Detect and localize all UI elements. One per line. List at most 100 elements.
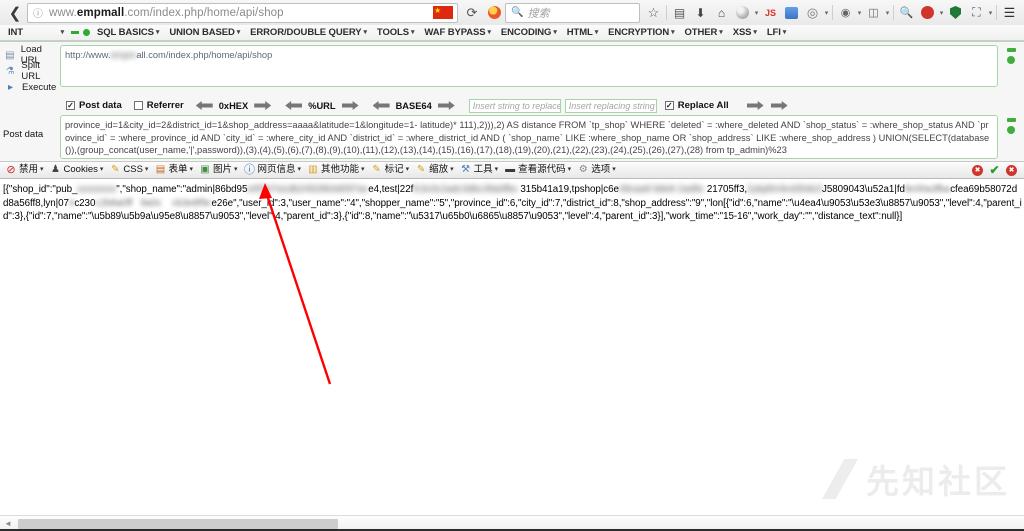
chevron-down-icon[interactable]: ▾	[856, 9, 863, 17]
webdev-item-forms[interactable]: ▤ 表单 ▾	[151, 162, 196, 178]
search-input[interactable]: 🔍 搜索	[505, 2, 640, 23]
webdev-item-options[interactable]: ⚙ 选项 ▾	[574, 162, 619, 178]
menu-item-tools[interactable]: TOOLS ▾	[372, 25, 419, 41]
replace-with-input[interactable]: Insert replacing string	[564, 98, 657, 113]
slash-logo-icon	[822, 459, 858, 499]
indicator-dot-icon[interactable]	[1007, 126, 1015, 134]
webdev-item-images[interactable]: ▣ 图片 ▾	[196, 162, 241, 178]
menu-item-sql-basics[interactable]: SQL BASICS ▾	[92, 25, 164, 41]
globe-proxy-icon[interactable]	[732, 2, 753, 24]
indicator-dot-icon[interactable]	[1007, 56, 1015, 64]
webdev-item-information[interactable]: ⓘ 网页信息 ▾	[241, 162, 305, 178]
decode-arrow-icon[interactable]	[372, 101, 390, 110]
execute-button[interactable]: ▸ Execute	[0, 79, 60, 95]
replace-all-checkbox[interactable]: ✓ Replace All	[664, 100, 729, 111]
split-url-button[interactable]: ⚗ Split URL	[0, 60, 60, 82]
decode-arrow-icon[interactable]	[285, 101, 303, 110]
menu-item-html[interactable]: HTML ▾	[562, 25, 603, 41]
chevron-down-icon: ▾	[450, 166, 454, 173]
encode-arrow-icon[interactable]	[437, 101, 455, 110]
hackbar-options-row: ✓ Post data Referrer 0xHEX %URL BASE64 I…	[0, 97, 1024, 114]
tamper-data-icon[interactable]: ◉	[835, 2, 856, 24]
search-icon: 🔍	[511, 7, 524, 18]
validation-pass-icon[interactable]: ✔	[988, 163, 1001, 177]
hackbar-type-value: INT	[8, 26, 24, 38]
indicator-dash-icon[interactable]	[1006, 118, 1016, 122]
back-arrow-icon[interactable]: ❮	[4, 2, 26, 23]
menu-hamburger-icon[interactable]: ☰	[999, 2, 1020, 24]
user-agent-switcher-icon[interactable]: ◫	[863, 2, 884, 24]
noscript-shield-icon[interactable]	[945, 2, 966, 24]
chevron-down-icon: ▾	[494, 166, 499, 173]
indicator-dash-icon[interactable]	[1006, 48, 1016, 52]
scrollbar-thumb[interactable]	[18, 518, 338, 529]
decode-arrow-icon[interactable]	[195, 101, 213, 110]
noscript-stop-icon[interactable]	[483, 2, 505, 23]
menu-label: ENCODING	[500, 26, 552, 38]
referrer-checkbox[interactable]: Referrer	[133, 100, 184, 111]
javascript-js-icon[interactable]: JS	[760, 2, 781, 24]
screenshot-crop-icon[interactable]: ⛶	[966, 2, 987, 24]
webdev-item-css[interactable]: ✎ CSS ▾	[106, 162, 151, 178]
menu-item-lfi[interactable]: LFI ▾	[762, 25, 791, 41]
reload-icon[interactable]: ⟳	[461, 2, 483, 23]
chevron-down-icon: ▾	[405, 166, 410, 173]
webdev-label: 其他功能	[321, 164, 360, 175]
encode-arrow-icon[interactable]	[341, 101, 359, 110]
colorzilla-icon[interactable]: ◎	[802, 2, 823, 24]
load-url-icon: ▤	[5, 49, 15, 61]
webdev-item-disable[interactable]: ⊘ 禁用 ▾	[2, 162, 47, 178]
forms-icon: ▤	[155, 164, 166, 175]
menu-item-encryption[interactable]: ENCRYPTION ▾	[603, 25, 679, 41]
replace-apply-arrow-icon-2[interactable]	[770, 101, 788, 110]
webdev-item-outline[interactable]: ✎ 标记 ▾	[368, 162, 413, 178]
adblock-icon[interactable]	[917, 2, 938, 24]
warning-count-icon[interactable]: ✖	[1005, 164, 1018, 177]
webdev-label: 表单	[168, 164, 188, 175]
chevron-down-icon: ▾	[233, 166, 238, 173]
error-count-icon[interactable]: ✖	[971, 164, 984, 177]
webdev-label: CSS	[123, 164, 143, 175]
menu-item-xss[interactable]: XSS ▾	[728, 25, 762, 41]
menu-label: UNION BASED	[169, 26, 235, 38]
status-dash-icon	[71, 31, 79, 34]
address-bar[interactable]: ⓘ www.empmall.com/index.php/home/api/sho…	[27, 2, 458, 23]
downloads-icon[interactable]: ⬇	[690, 2, 711, 24]
bookmark-star-icon[interactable]: ☆	[643, 2, 664, 24]
chevron-down-icon: ▾	[487, 28, 492, 36]
chevron-down-icon: ▾	[40, 166, 44, 173]
chevron-down-icon[interactable]: ▾	[987, 9, 994, 17]
menu-item-error-double-query[interactable]: ERROR/DOUBLE QUERY ▾	[245, 25, 372, 41]
response-redacted: 4	[68, 197, 75, 209]
webdev-item-resize[interactable]: ✎ 缩放 ▾	[412, 162, 457, 178]
chevron-down-icon[interactable]: ▾	[823, 9, 830, 17]
chevron-down-icon[interactable]: ▾	[938, 9, 945, 17]
chevron-down-icon[interactable]: ▾	[884, 9, 891, 17]
webdev-item-tools[interactable]: ⚒ 工具 ▾	[457, 162, 502, 178]
replace-apply-arrow-icon[interactable]	[746, 101, 764, 110]
info-icon[interactable]: ⓘ	[30, 5, 46, 21]
webdev-item-cookies[interactable]: ♟ Cookies ▾	[47, 162, 107, 178]
post-data-textarea[interactable]: province_id=1&city_id=2&district_id=1&sh…	[60, 115, 998, 159]
response-redacted: 9c00a3fba	[904, 184, 951, 195]
menu-item-waf-bypass[interactable]: WAF BYPASS ▾	[419, 25, 496, 41]
webdev-item-miscellaneous[interactable]: ▥ 其他功能 ▾	[304, 162, 368, 178]
checkbox-checked-icon: ✓	[664, 100, 674, 110]
url-textarea[interactable]: http://www.empmall.com/index.php/home/ap…	[60, 45, 998, 87]
menu-item-encoding[interactable]: ENCODING ▾	[496, 25, 562, 41]
post-data-checkbox[interactable]: ✓ Post data	[66, 100, 122, 111]
browser-chrome: ❮ ⓘ www.empmall.com/index.php/home/api/s…	[0, 0, 1024, 42]
menu-item-union-based[interactable]: UNION BASED ▾	[164, 25, 245, 41]
replace-search-input[interactable]: Insert string to replace	[468, 98, 561, 113]
firebug-icon[interactable]	[781, 2, 802, 24]
navigation-toolbar: ❮ ⓘ www.empmall.com/index.php/home/api/s…	[0, 0, 1024, 25]
chevron-down-icon[interactable]: ▾	[753, 9, 760, 17]
menu-item-other[interactable]: OTHER ▾	[680, 25, 728, 41]
webdev-item-view-source[interactable]: ▬ 查看源代码 ▾	[501, 162, 574, 178]
url-value-prefix: http://www.	[65, 50, 111, 60]
save-page-icon[interactable]: ▤	[669, 2, 690, 24]
encode-arrow-icon[interactable]	[254, 101, 272, 110]
hackbar-type-select[interactable]: INT ▾	[3, 25, 69, 41]
zoom-search-icon[interactable]: 🔍	[896, 2, 917, 24]
home-icon[interactable]: ⌂	[711, 2, 732, 24]
